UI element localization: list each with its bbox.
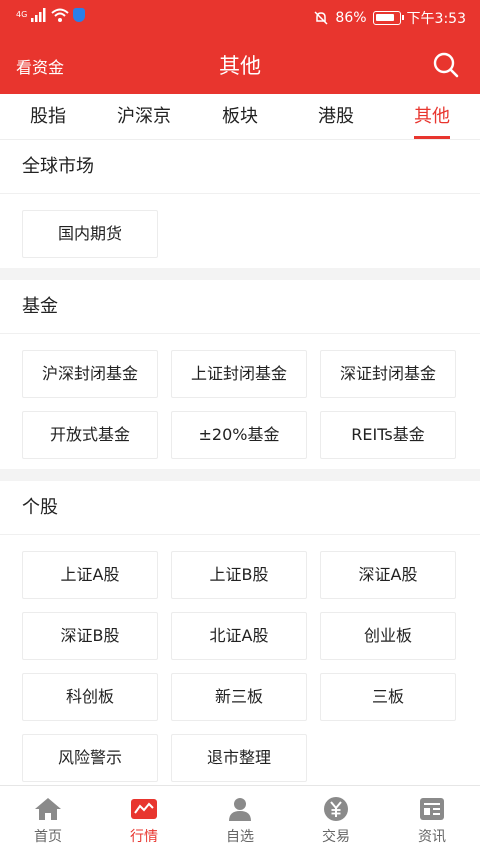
nav-label: 首页 — [34, 829, 62, 845]
battery-icon — [372, 11, 404, 25]
battery-percent: 86% — [335, 10, 367, 26]
grid-item-stock[interactable]: 上证B股 — [171, 551, 307, 599]
bottom-nav: 首页 行情 自选 交易 资讯 — [0, 785, 480, 853]
signal-icon — [31, 8, 46, 22]
network-type: 4G — [16, 10, 28, 19]
nav-market[interactable]: 行情 — [96, 786, 192, 853]
grid-item-stock[interactable]: 新三板 — [171, 673, 307, 721]
grid-item-fund[interactable]: 沪深封闭基金 — [22, 350, 158, 398]
yuan-icon — [324, 797, 348, 821]
section-title-stock: 个股 — [0, 481, 480, 535]
grid-item-stock[interactable]: 三板 — [320, 673, 456, 721]
global-grid: 国内期货 — [0, 194, 480, 268]
clock: 下午3:53 — [406, 11, 466, 27]
section-divider — [0, 268, 480, 280]
nav-news[interactable]: 资讯 — [384, 786, 480, 853]
nav-label: 交易 — [322, 829, 350, 845]
tab-sector[interactable]: 板块 — [192, 94, 288, 139]
mute-bell-icon — [314, 11, 328, 25]
nav-watchlist[interactable]: 自选 — [192, 786, 288, 853]
content-area[interactable]: 全球市场 国内期货 基金 沪深封闭基金 上证封闭基金 深证封闭基金 开放式基金 … — [0, 140, 480, 785]
page-title: 其他 — [219, 54, 261, 78]
section-title-global: 全球市场 — [0, 140, 480, 194]
tab-bar: 股指 沪深京 板块 港股 其他 — [0, 94, 480, 140]
grid-item-stock[interactable]: 深证A股 — [320, 551, 456, 599]
nav-label: 自选 — [226, 829, 254, 845]
grid-item-fund[interactable]: ±20%基金 — [171, 411, 307, 459]
grid-item-domestic-futures[interactable]: 国内期货 — [22, 210, 158, 258]
app-header: 看资金 其他 — [0, 36, 480, 94]
grid-item-fund[interactable]: 上证封闭基金 — [171, 350, 307, 398]
tab-other[interactable]: 其他 — [384, 94, 480, 139]
grid-item-stock[interactable]: 科创板 — [22, 673, 158, 721]
grid-item-stock[interactable]: 风险警示 — [22, 734, 158, 782]
grid-item-stock[interactable]: 退市整理 — [171, 734, 307, 782]
person-icon — [229, 798, 251, 821]
nav-home[interactable]: 首页 — [0, 786, 96, 853]
tab-index[interactable]: 股指 — [0, 94, 96, 139]
grid-item-stock[interactable]: 深证B股 — [22, 612, 158, 660]
status-bar: 4G 86% 下午3:53 — [0, 0, 480, 36]
home-icon — [35, 798, 61, 820]
grid-item-stock[interactable]: 上证A股 — [22, 551, 158, 599]
grid-item-fund[interactable]: 深证封闭基金 — [320, 350, 456, 398]
nav-label: 资讯 — [418, 829, 446, 845]
stock-grid: 上证A股 上证B股 深证A股 深证B股 北证A股 创业板 科创板 新三板 三板 … — [0, 535, 480, 785]
tab-shanghai-shenzhen-beijing[interactable]: 沪深京 — [96, 94, 192, 139]
wifi-icon — [51, 8, 69, 22]
section-divider — [0, 469, 480, 481]
section-title-fund: 基金 — [0, 280, 480, 334]
shield-icon — [73, 8, 86, 22]
market-icon — [131, 799, 157, 819]
nav-label: 行情 — [130, 829, 158, 845]
fund-grid: 沪深封闭基金 上证封闭基金 深证封闭基金 开放式基金 ±20%基金 REITs基… — [0, 334, 480, 469]
nav-trade[interactable]: 交易 — [288, 786, 384, 853]
grid-item-stock[interactable]: 北证A股 — [171, 612, 307, 660]
grid-item-fund[interactable]: REITs基金 — [320, 411, 456, 459]
news-icon — [420, 798, 444, 820]
search-icon[interactable] — [432, 51, 460, 79]
tab-hk-stocks[interactable]: 港股 — [288, 94, 384, 139]
grid-item-stock[interactable]: 创业板 — [320, 612, 456, 660]
grid-item-fund[interactable]: 开放式基金 — [22, 411, 158, 459]
